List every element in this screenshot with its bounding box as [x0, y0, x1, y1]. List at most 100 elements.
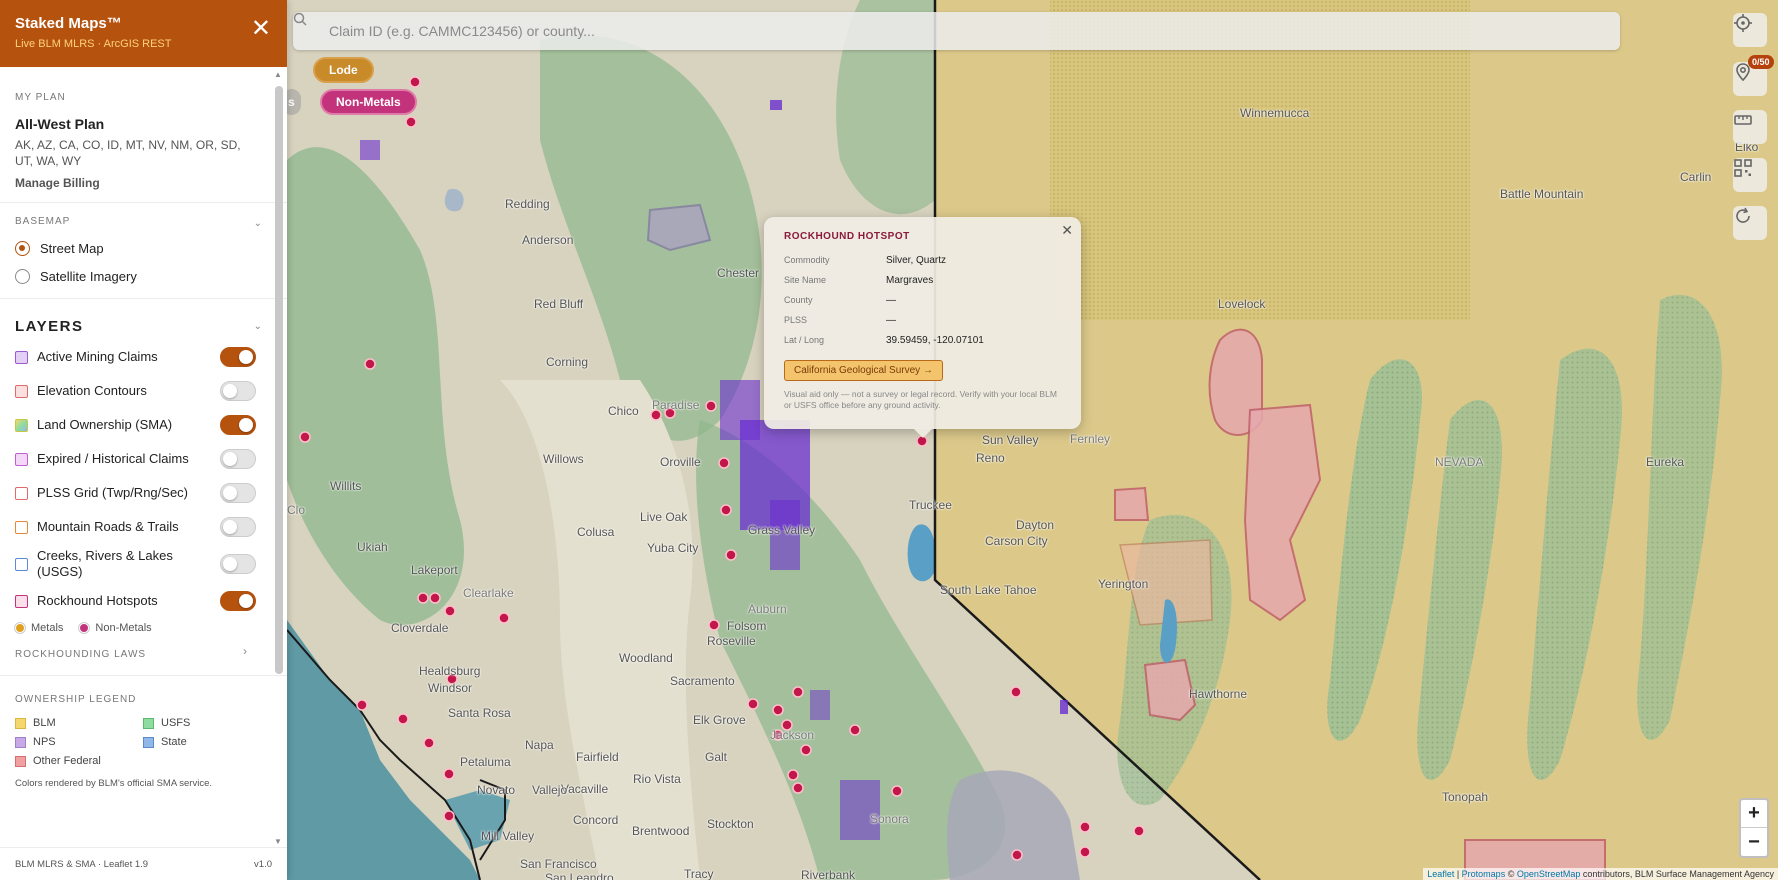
layer-label: Land Ownership (SMA) — [37, 417, 173, 432]
toggle-knob — [223, 384, 237, 398]
osm-link[interactable]: OpenStreetMap — [1517, 869, 1581, 879]
map-place-label: Stockton — [707, 817, 754, 831]
map-place-label: Sonora — [870, 812, 909, 826]
toggle-knob — [223, 557, 237, 571]
scroll-up-arrow[interactable]: ▲ — [274, 70, 282, 79]
layer-toggle[interactable] — [220, 517, 256, 537]
footer-version: v1.0 — [254, 858, 272, 870]
map-place-label: Tracy — [684, 867, 714, 880]
legend-item-label: State — [161, 736, 187, 748]
geological-survey-link-button[interactable]: California Geological Survey → — [784, 360, 943, 381]
map-place-label: Napa — [525, 738, 554, 752]
manage-billing-link[interactable]: Manage Billing — [15, 176, 272, 190]
layer-elevation-contours[interactable]: Elevation Contours — [15, 374, 272, 408]
map-place-label: Novato — [477, 783, 516, 797]
map-place-label: Healdsburg — [419, 664, 481, 678]
map-place-label: Riverbank — [801, 868, 856, 880]
map-place-label: Chester — [717, 266, 760, 280]
zoom-out-button[interactable]: − — [1741, 828, 1767, 856]
scrollbar-thumb[interactable] — [275, 86, 283, 674]
layer-toggle[interactable] — [220, 347, 256, 367]
map-place-label: Auburn — [748, 602, 787, 616]
measure-button[interactable] — [1733, 110, 1767, 144]
map-place-label: Red Bluff — [534, 297, 584, 311]
zoom-control: + − — [1739, 798, 1769, 858]
filter-chip-lode[interactable]: Lode — [313, 57, 374, 83]
layer-label: Expired / Historical Claims — [37, 451, 189, 466]
map-place-label: Brentwood — [632, 824, 690, 838]
legend-item-other-federal: Other Federal — [15, 755, 143, 767]
attribution-copyright: © — [1505, 869, 1517, 879]
basemap-option-satellite[interactable]: Satellite Imagery — [15, 269, 272, 284]
filter-chip-non-metals[interactable]: Non-Metals — [320, 89, 417, 115]
popup-row: Commodity Silver, Quartz — [784, 250, 984, 270]
app-title: Staked Maps™ — [15, 15, 122, 32]
sidebar-scroll-area[interactable]: MY PLAN All-West Plan AK, AZ, CA, CO, ID… — [0, 67, 287, 847]
layer-swatch — [15, 486, 28, 500]
map-place-label: Roseville — [707, 634, 756, 648]
map-place-label: Hawthorne — [1189, 687, 1248, 701]
radio-button[interactable] — [15, 269, 30, 284]
layer-toggle[interactable] — [220, 483, 256, 503]
map-place-label: Clearlake — [463, 586, 514, 600]
close-sidebar-button[interactable]: ✕ — [251, 17, 271, 41]
leaflet-link[interactable]: Leaflet — [1427, 869, 1454, 879]
basemap-option-label: Satellite Imagery — [40, 269, 137, 284]
crosshair-icon — [1734, 14, 1752, 32]
attribution-separator: | — [1454, 869, 1462, 879]
zoom-in-button[interactable]: + — [1741, 800, 1767, 828]
map-place-label: Oroville — [660, 455, 701, 469]
layer-active-mining-claims[interactable]: Active Mining Claims — [15, 340, 272, 374]
locate-button[interactable] — [1733, 13, 1767, 47]
chevron-down-icon[interactable]: ⌄ — [254, 218, 262, 229]
map-place-label: Fernley — [1070, 432, 1111, 446]
refresh-button[interactable] — [1733, 206, 1767, 240]
layer-toggle[interactable] — [220, 415, 256, 435]
map-place-label: Winnemucca — [1240, 106, 1310, 120]
layer-mountain-roads[interactable]: Mountain Roads & Trails — [15, 510, 272, 544]
layer-list: Active Mining Claims Elevation Contours … — [15, 340, 272, 618]
layer-plss-grid[interactable]: PLSS Grid (Twp/Rng/Sec) — [15, 476, 272, 510]
chevron-down-icon[interactable]: ⌄ — [254, 321, 262, 332]
layers-heading[interactable]: LAYERS — [15, 318, 272, 335]
popup-details: Commodity Silver, Quartz Site Name Margrav… — [784, 250, 984, 350]
layer-toggle[interactable] — [220, 554, 256, 574]
layer-label: Creeks, Rivers & Lakes (USGS) — [37, 548, 173, 579]
sidebar-footer: BLM MLRS & SMA · Leaflet 1.9 v1.0 — [0, 847, 287, 880]
sidebar-scrollbar[interactable]: ▲ ▼ — [273, 70, 285, 846]
map-place-label: Rio Vista — [633, 772, 681, 786]
map-place-label: Lovelock — [1218, 297, 1266, 311]
layer-rockhound-hotspots[interactable]: Rockhound Hotspots — [15, 584, 272, 618]
claim-search-bar[interactable] — [293, 12, 1620, 50]
layer-toggle[interactable] — [220, 591, 256, 611]
basemap-section-label[interactable]: BASEMAP — [15, 216, 272, 227]
claim-search-input[interactable] — [329, 23, 1620, 39]
popup-row: County — — [784, 290, 984, 310]
protomaps-link[interactable]: Protomaps — [1462, 869, 1506, 879]
map-place-label: Eureka — [1646, 455, 1685, 469]
attribution-rest: contributors, BLM Surface Management Age… — [1580, 869, 1774, 879]
layer-toggle[interactable] — [220, 381, 256, 401]
map-place-label: Galt — [705, 750, 728, 764]
scroll-down-arrow[interactable]: ▼ — [274, 837, 282, 846]
popup-key: Commodity — [784, 255, 830, 265]
layers-section: LAYERS ⌄ Active Mining Claims Elevation … — [0, 299, 287, 675]
map-attribution: Leaflet | Protomaps © OpenStreetMap cont… — [1423, 868, 1778, 880]
rockhounding-laws-row[interactable]: ROCKHOUNDING LAWS › — [15, 644, 272, 675]
legend-label-non-metals: Non-Metals — [95, 622, 152, 634]
ownership-legend-grid: BLM USFS NPS State Other Federal — [15, 717, 272, 767]
radio-button[interactable] — [15, 241, 30, 256]
map-place-label: Jackson — [770, 728, 815, 742]
qr-code-button[interactable] — [1733, 158, 1767, 192]
basemap-option-street-map[interactable]: Street Map — [15, 241, 272, 256]
toggle-knob — [239, 350, 253, 364]
legend-dot-metals — [15, 623, 25, 633]
layer-creeks-rivers-lakes[interactable]: Creeks, Rivers & Lakes (USGS) — [15, 544, 272, 584]
map-place-label: Ukiah — [357, 540, 388, 554]
popup-key: County — [784, 295, 813, 305]
layer-expired-claims[interactable]: Expired / Historical Claims — [15, 442, 272, 476]
layer-land-ownership[interactable]: Land Ownership (SMA) — [15, 408, 272, 442]
layer-toggle[interactable] — [220, 449, 256, 469]
ownership-legend-note: Colors rendered by BLM's official SMA se… — [15, 778, 212, 789]
popup-close-button[interactable]: ✕ — [1061, 222, 1073, 239]
